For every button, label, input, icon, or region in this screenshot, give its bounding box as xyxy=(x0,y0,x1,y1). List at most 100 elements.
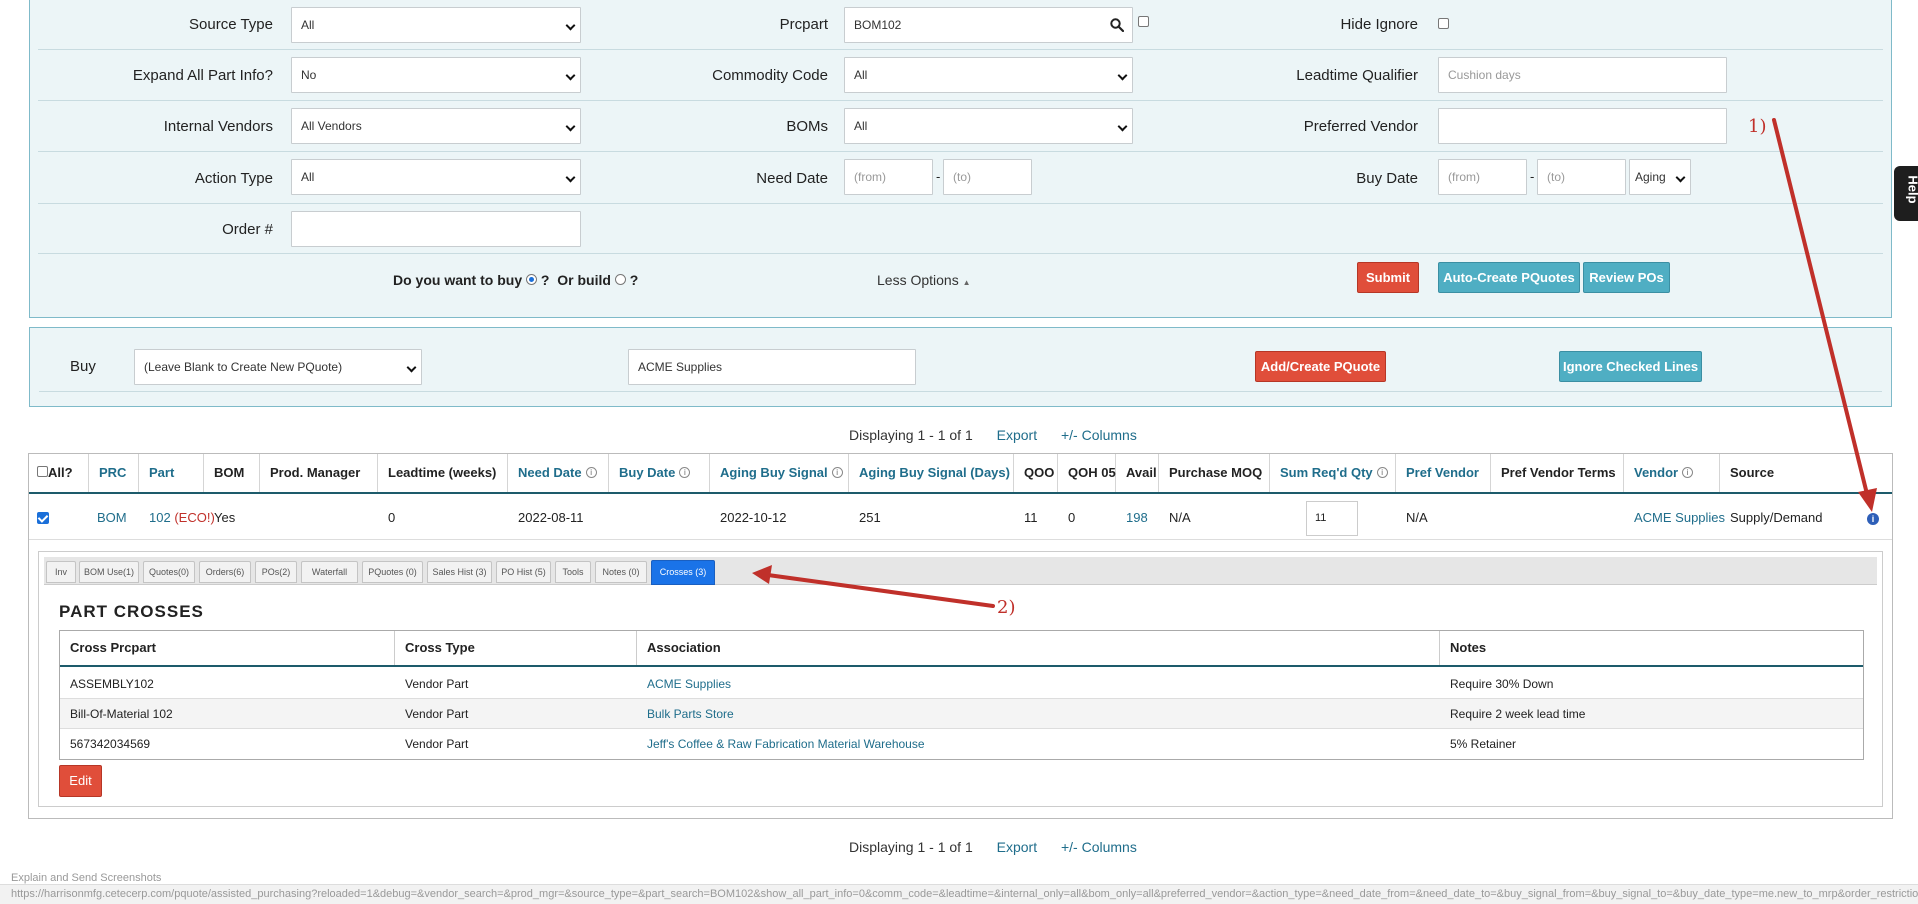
row-prc[interactable]: BOM xyxy=(89,496,127,540)
tab-orders[interactable]: Orders(6) xyxy=(199,561,251,583)
info-icon[interactable]: i xyxy=(1682,467,1694,479)
buy-date-to-input[interactable]: (to) xyxy=(1537,159,1626,195)
header-association: Association xyxy=(637,631,1440,665)
commodity-code-select[interactable]: All xyxy=(844,57,1133,93)
export-link[interactable]: Export xyxy=(997,839,1037,855)
filter-row-1: Source Type All Prcpart BOM102 Hide Igno… xyxy=(38,0,1883,50)
action-type-select[interactable]: All xyxy=(291,159,581,195)
tab-waterfall[interactable]: Waterfall xyxy=(301,561,358,583)
row-checkbox[interactable] xyxy=(37,512,49,524)
edit-crosses-button[interactable]: Edit xyxy=(59,765,102,797)
boms-select[interactable]: All xyxy=(844,108,1133,144)
header-aging-buy-signal-days[interactable]: Aging Buy Signal (Days) xyxy=(849,454,1014,492)
row-pref-vendor-terms xyxy=(1491,496,1501,540)
need-date-from-input[interactable]: (from) xyxy=(844,159,933,195)
help-tab[interactable]: Help xyxy=(1894,166,1918,221)
row-info-icon[interactable]: i xyxy=(1867,513,1879,525)
prcpart-input[interactable]: BOM102 xyxy=(844,7,1133,43)
header-sum-reqd-qty[interactable]: Sum Req'd Qty i xyxy=(1270,454,1396,492)
search-icon[interactable] xyxy=(1110,18,1124,32)
auto-create-pquotes-button[interactable]: Auto-Create PQuotes xyxy=(1438,262,1580,293)
row-vendor[interactable]: ACME Supplies xyxy=(1624,496,1725,540)
tab-bom-use[interactable]: BOM Use(1) xyxy=(79,561,139,583)
source-type-label: Source Type xyxy=(189,16,273,33)
ignore-checked-lines-button[interactable]: Ignore Checked Lines xyxy=(1559,351,1702,382)
buy-vendor-input[interactable]: ACME Supplies xyxy=(628,349,916,385)
source-type-select[interactable]: All xyxy=(291,7,581,43)
info-icon[interactable]: i xyxy=(1376,467,1388,479)
tab-pos[interactable]: POs(2) xyxy=(255,561,297,583)
tab-po-hist[interactable]: PO Hist (5) xyxy=(496,561,551,583)
review-pos-button[interactable]: Review POs xyxy=(1583,262,1670,293)
buy-panel: Buy (Leave Blank to Create New PQuote) A… xyxy=(29,327,1892,407)
pagination-top: Displaying 1 - 1 of 1 Export +/- Columns xyxy=(849,427,1157,443)
less-options-toggle[interactable]: Less Options ▲ xyxy=(877,272,971,288)
prcpart-checkbox[interactable] xyxy=(1138,16,1149,27)
buy-label: Buy xyxy=(70,358,96,375)
pagination-text: Displaying 1 - 1 of 1 xyxy=(849,839,973,855)
less-options-label: Less Options xyxy=(877,272,959,288)
export-link[interactable]: Export xyxy=(997,427,1037,443)
cross-association-link[interactable]: Bulk Parts Store xyxy=(637,699,734,729)
row-pref-vendor: N/A xyxy=(1406,510,1428,525)
header-need-date[interactable]: Need Date i xyxy=(508,454,609,492)
info-icon[interactable]: i xyxy=(585,467,597,479)
add-create-pquote-button[interactable]: Add/Create PQuote xyxy=(1255,351,1386,382)
header-buy-date[interactable]: Buy Date i xyxy=(609,454,710,492)
internal-vendors-select[interactable]: All Vendors xyxy=(291,108,581,144)
tab-pquotes[interactable]: PQuotes (0) xyxy=(362,561,423,583)
annotation-label-2: 2) xyxy=(997,597,1016,618)
order-number-input[interactable] xyxy=(291,211,581,247)
info-icon[interactable]: i xyxy=(679,467,691,479)
sum-reqd-qty-input[interactable]: 11 xyxy=(1306,501,1358,536)
columns-toggle-link[interactable]: +/- Columns xyxy=(1061,839,1137,855)
build-radio[interactable] xyxy=(614,273,626,285)
tab-notes[interactable]: Notes (0) xyxy=(595,561,647,583)
header-part[interactable]: Part xyxy=(139,454,204,492)
buy-question-text: Do you want to buy xyxy=(393,272,523,288)
expand-all-select[interactable]: No xyxy=(291,57,581,93)
help-tab-label: Help xyxy=(1905,175,1918,204)
need-date-to-input[interactable]: (to) xyxy=(943,159,1032,195)
header-pref-vendor-terms: Pref Vendor Terms xyxy=(1491,454,1624,492)
annotation-label-1: 1) xyxy=(1748,116,1767,137)
cross-association-link[interactable]: ACME Supplies xyxy=(637,669,731,699)
buy-date-from-input[interactable]: (from) xyxy=(1438,159,1527,195)
build-question-mark: ? xyxy=(629,272,639,288)
table-row: ASSEMBLY102 Vendor Part ACME Supplies Re… xyxy=(60,669,1863,699)
header-aging-buy-signal[interactable]: Aging Buy Signal i xyxy=(710,454,849,492)
select-all-checkbox[interactable] xyxy=(37,466,48,478)
info-icon[interactable]: i xyxy=(831,467,843,479)
buy-radio[interactable] xyxy=(526,273,537,285)
cross-association-link[interactable]: Jeff's Coffee & Raw Fabrication Material… xyxy=(637,729,925,759)
pagination-text: Displaying 1 - 1 of 1 xyxy=(849,427,973,443)
row-bom: Yes xyxy=(214,510,236,525)
table-row: BOM 102 (ECO!) Yes 0 2022-08-11 2022-10-… xyxy=(29,496,1892,540)
row-qoo: 11 xyxy=(1024,510,1038,525)
table-row: 567342034569 Vendor Part Jeff's Coffee &… xyxy=(60,729,1863,759)
tab-sales-hist[interactable]: Sales Hist (3) xyxy=(427,561,492,583)
header-cross-type: Cross Type xyxy=(395,631,637,665)
tab-tools[interactable]: Tools xyxy=(555,561,591,583)
buy-date-type-select[interactable]: Aging xyxy=(1629,159,1691,195)
row-buy-date xyxy=(609,496,619,540)
pagination-bottom: Displaying 1 - 1 of 1 Export +/- Columns xyxy=(849,839,1157,855)
hide-ignore-checkbox[interactable] xyxy=(1438,18,1449,29)
leadtime-qualifier-input[interactable]: Cushion days xyxy=(1438,57,1727,93)
columns-toggle-link[interactable]: +/- Columns xyxy=(1061,427,1137,443)
header-pref-vendor[interactable]: Pref Vendor xyxy=(1396,454,1491,492)
tab-crosses[interactable]: Crosses (3) xyxy=(651,560,715,585)
header-all[interactable]: All? xyxy=(29,454,89,492)
header-qoh05: QOH 05 xyxy=(1058,454,1116,492)
tab-inv[interactable]: Inv xyxy=(46,561,76,583)
header-prc[interactable]: PRC xyxy=(89,454,139,492)
explain-screenshots-text[interactable]: Explain and Send Screenshots xyxy=(11,872,161,884)
pquote-select[interactable]: (Leave Blank to Create New PQuote) xyxy=(134,349,422,385)
header-vendor[interactable]: Vendor i xyxy=(1624,454,1720,492)
cross-notes: 5% Retainer xyxy=(1450,737,1517,751)
preferred-vendor-input[interactable] xyxy=(1438,108,1727,144)
row-avail[interactable]: 198 xyxy=(1116,496,1148,540)
tab-quotes[interactable]: Quotes(0) xyxy=(143,561,195,583)
row-part-link[interactable]: 102 xyxy=(149,510,171,525)
submit-button[interactable]: Submit xyxy=(1357,262,1419,293)
